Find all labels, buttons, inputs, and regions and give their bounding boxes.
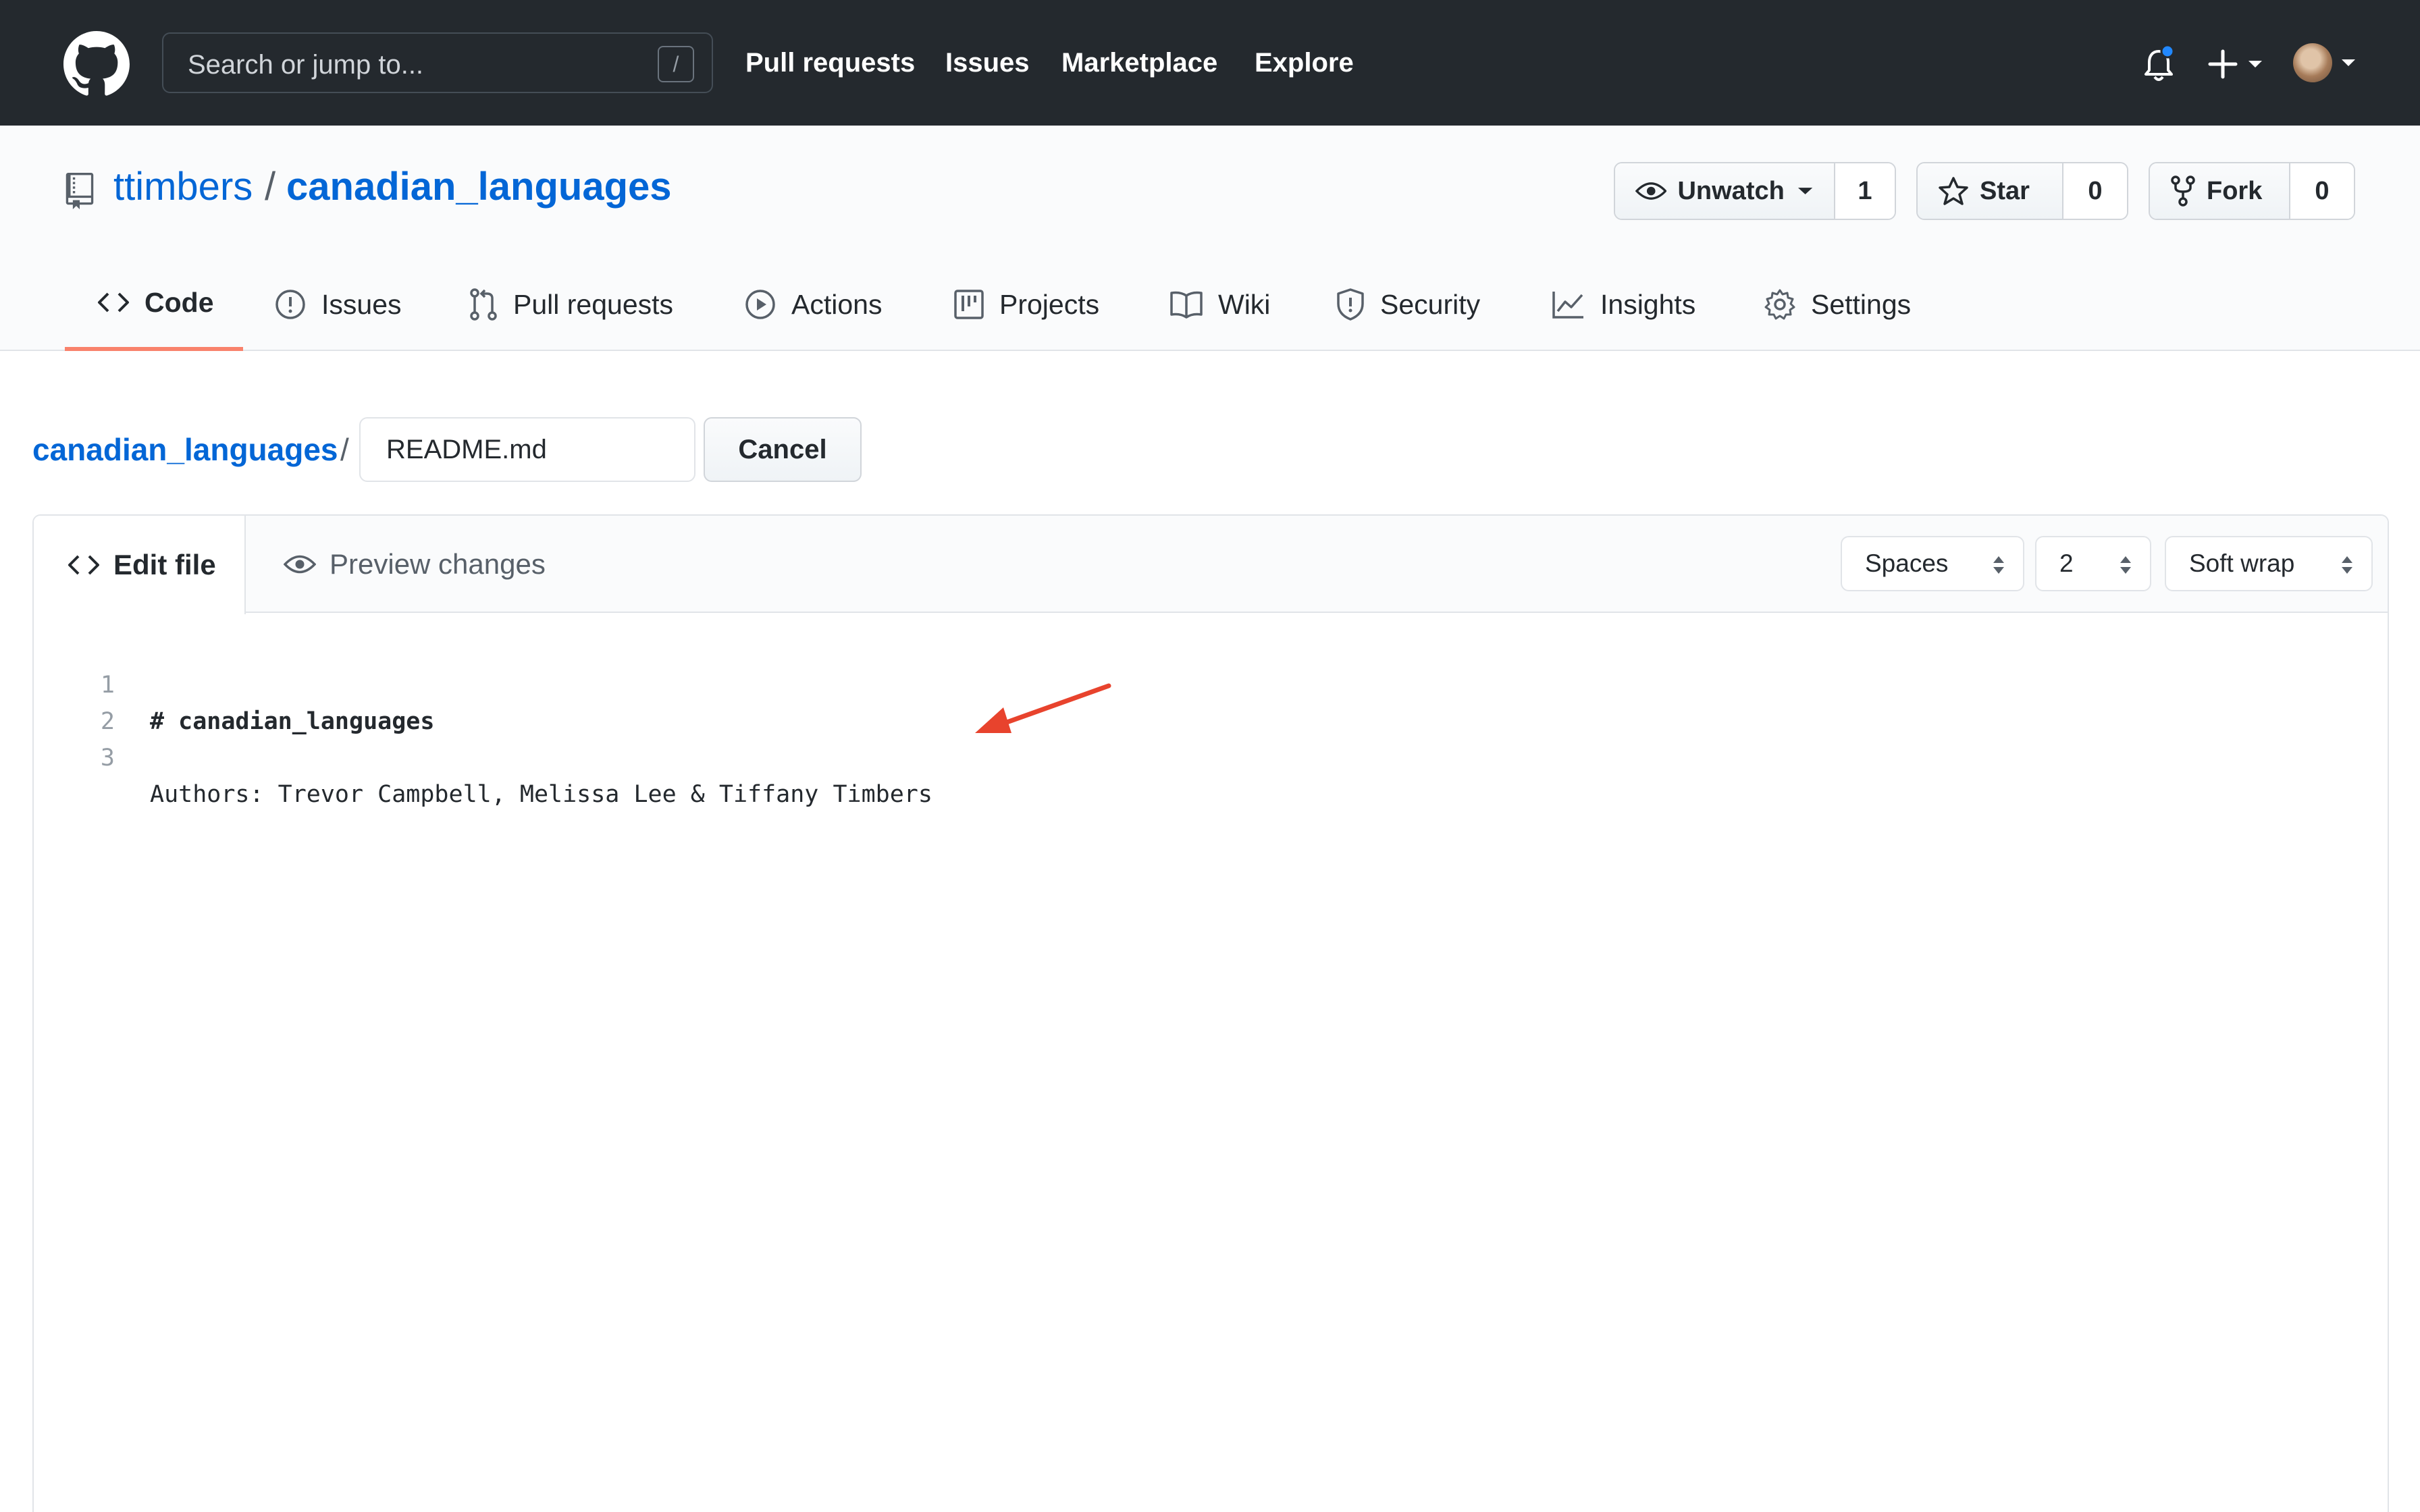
gear-icon [1764, 289, 1795, 320]
select-arrows-icon [2120, 556, 2131, 574]
repo-header: ttimbers / canadian_languages Unwatch 1 … [0, 126, 2420, 351]
tab-wiki[interactable]: Wiki [1169, 258, 1270, 351]
line-content[interactable]: # canadian_languages [150, 703, 434, 740]
create-new-plus-icon[interactable] [2208, 47, 2282, 81]
tab-preview-changes[interactable]: Preview changes [284, 516, 546, 613]
tab-code[interactable]: Code [65, 258, 243, 351]
nav-explore[interactable]: Explore [1255, 46, 1354, 80]
tab-label: Code [144, 286, 214, 318]
star-button[interactable]: Star [1918, 163, 2063, 219]
indent-size-select[interactable]: 2 [2035, 536, 2151, 591]
graph-icon [1552, 292, 1583, 319]
tab-settings[interactable]: Settings [1764, 258, 1911, 351]
project-icon [954, 290, 984, 319]
book-icon [1170, 291, 1203, 319]
star-icon [1939, 177, 1968, 205]
forks-count[interactable]: 0 [2290, 163, 2354, 219]
search-input[interactable]: Search or jump to... / [162, 32, 713, 93]
annotation-arrow-icon [975, 683, 1111, 733]
tab-label: Pull requests [513, 288, 674, 320]
tab-issues[interactable]: Issues [274, 258, 402, 351]
select-arrows-icon [1993, 556, 2004, 574]
watch-button-group: Unwatch 1 [1614, 162, 1896, 220]
tab-projects[interactable]: Projects [953, 258, 1099, 351]
fork-icon [2171, 176, 2195, 207]
stargazers-count[interactable]: 0 [2063, 163, 2127, 219]
watchers-count[interactable]: 1 [1835, 163, 1895, 219]
tab-label: Security [1380, 288, 1481, 320]
user-avatar[interactable] [2293, 43, 2332, 82]
eye-icon [1635, 182, 1667, 200]
tab-security[interactable]: Security [1336, 258, 1480, 351]
preview-changes-label: Preview changes [330, 548, 546, 580]
repo-icon [65, 173, 94, 209]
nav-issues[interactable]: Issues [945, 46, 1030, 80]
edit-file-label: Edit file [113, 549, 216, 580]
eye-icon [284, 555, 316, 574]
search-placeholder: Search or jump to... [188, 50, 424, 80]
indent-size-value: 2 [2059, 549, 2074, 577]
play-icon [745, 290, 775, 319]
fork-button-group: Fork 0 [2149, 162, 2355, 220]
wrap-mode-select[interactable]: Soft wrap [2165, 536, 2373, 591]
code-icon [98, 292, 129, 313]
shield-icon [1337, 288, 1364, 321]
filename-input[interactable] [359, 417, 695, 482]
star-button-group: Star 0 [1916, 162, 2128, 220]
repo-name-link[interactable]: canadian_languages [286, 163, 672, 211]
github-logo-icon[interactable] [63, 31, 130, 97]
editor-toolbar: Edit file Preview changes Spaces 2 Soft … [34, 516, 2388, 614]
nav-marketplace[interactable]: Marketplace [1061, 46, 1217, 80]
code-line[interactable]: 3 Authors: Trevor Campbell, Melissa Lee … [34, 703, 932, 808]
notification-bell-icon[interactable] [2142, 46, 2176, 84]
breadcrumb-repo-link[interactable]: canadian_languages [32, 429, 338, 470]
star-label: Star [1980, 176, 2030, 205]
tab-pull-requests[interactable]: Pull requests [469, 258, 673, 351]
tab-label: Actions [791, 288, 883, 320]
tab-actions[interactable]: Actions [744, 258, 882, 351]
breadcrumb-separator: / [340, 432, 349, 467]
code-line[interactable]: 1 # canadian_languages [34, 630, 435, 735]
fork-label: Fork [2207, 176, 2263, 205]
notification-dot-icon [2160, 46, 2175, 59]
fork-button[interactable]: Fork [2150, 163, 2290, 219]
code-icon [68, 555, 99, 575]
indent-mode-value: Spaces [1865, 549, 1949, 577]
global-header: Search or jump to... / Pull requests Iss… [0, 0, 2420, 126]
tab-label: Wiki [1218, 288, 1271, 320]
repo-owner-link[interactable]: ttimbers [113, 163, 253, 211]
wrap-mode-value: Soft wrap [2189, 549, 2295, 577]
chevron-down-icon [1797, 188, 1813, 194]
tab-label: Issues [321, 288, 402, 320]
line-content[interactable]: Authors: Trevor Campbell, Melissa Lee & … [150, 776, 932, 813]
tab-edit-file[interactable]: Edit file [34, 516, 246, 614]
pull-request-icon [470, 288, 497, 321]
tab-insights[interactable]: Insights [1552, 258, 1695, 351]
tab-label: Settings [1811, 288, 1912, 320]
repo-path-separator: / [265, 165, 276, 209]
line-number: 3 [100, 745, 115, 772]
tab-label: Projects [999, 288, 1100, 320]
slash-shortcut-hint: / [658, 46, 694, 82]
file-editor: Edit file Preview changes Spaces 2 Soft … [32, 514, 2389, 1512]
indent-mode-select[interactable]: Spaces [1841, 536, 2024, 591]
unwatch-button[interactable]: Unwatch [1615, 163, 1835, 219]
select-arrows-icon [2342, 556, 2352, 574]
cancel-button[interactable]: Cancel [704, 417, 862, 482]
nav-pull-requests[interactable]: Pull requests [745, 46, 915, 80]
unwatch-label: Unwatch [1677, 176, 1785, 205]
chevron-down-icon[interactable] [2340, 58, 2357, 68]
tab-label: Insights [1600, 288, 1696, 320]
code-line[interactable]: 2 [34, 667, 119, 735]
issue-icon [275, 290, 305, 319]
